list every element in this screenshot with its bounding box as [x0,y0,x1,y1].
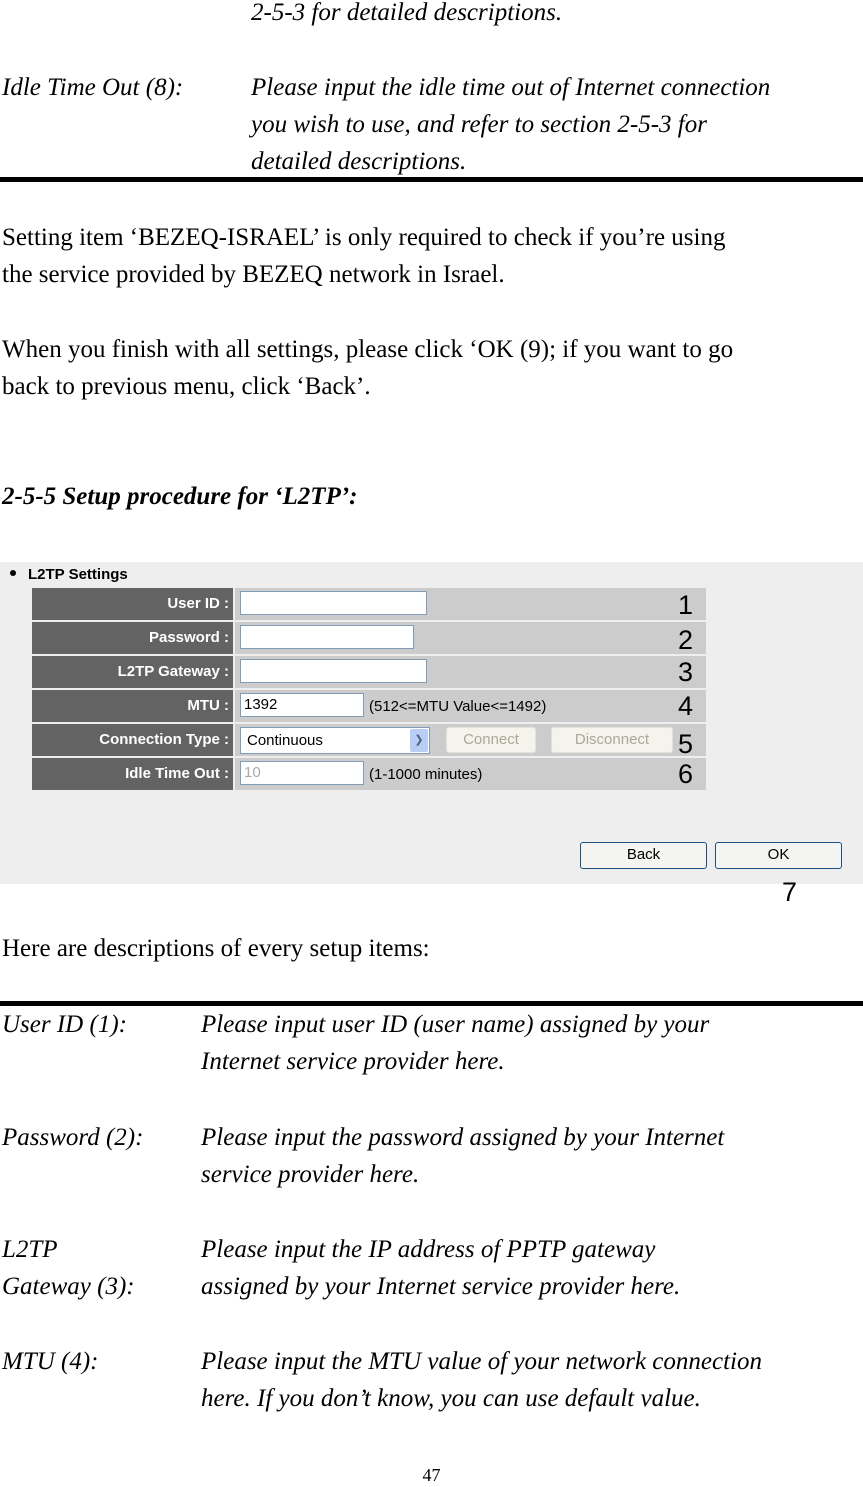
l2tp-gateway-input[interactable] [240,659,427,683]
l2tp-gateway-term-line-1: L2TP [2,1236,58,1263]
l2tp-gateway-row: L2TP Gateway : [32,656,706,688]
connection-type-label: Connection Type : [32,724,233,756]
user-id-desc-line-1: Please input user ID (user name) assigne… [201,1011,710,1038]
connect-button[interactable]: Connect [446,727,536,753]
marker-4: 4 [678,691,694,721]
bezeq-paragraph-line-2: the service provided by BEZEQ network in… [2,261,505,288]
l2tp-settings-panel: L2TP Settings User ID : 1 Password : 2 L… [0,562,863,884]
user-id-row: User ID : [32,588,706,620]
user-id-desc-line-2: Internet service provider here. [201,1048,505,1075]
user-id-input[interactable] [240,591,427,615]
connection-type-value: Continuous [247,732,323,749]
password-row: Password : [32,622,706,654]
mtu-input[interactable]: 1392 [240,693,364,717]
idle-desc-line-3: detailed descriptions. [251,148,467,175]
password-desc-line-2: service provider here. [201,1161,420,1188]
idle-time-out-input[interactable]: 10 [240,761,364,785]
idle-time-out-term: Idle Time Out (8): [2,74,184,101]
panel-title-text: L2TP Settings [28,566,128,583]
panel-title: L2TP Settings [10,566,128,583]
mtu-row: MTU : 1392 (512<=MTU Value<=1492) [32,690,706,722]
idle-desc-line-2: you wish to use, and refer to section 2-… [251,111,707,138]
user-id-term: User ID (1): [2,1011,127,1038]
connection-type-row: Connection Type : Continuous ❯ Connect D… [32,724,706,756]
descriptions-intro: Here are descriptions of every setup ite… [2,935,430,962]
mtu-term: MTU (4): [2,1348,99,1375]
marker-6: 6 [678,759,694,789]
mtu-desc-line-1: Please input the MTU value of your netwo… [201,1348,762,1375]
l2tp-gateway-label: L2TP Gateway : [32,656,233,688]
connection-type-select[interactable]: Continuous ❯ [240,727,430,754]
l2tp-gateway-term-line-2: Gateway (3): [2,1273,135,1300]
idle-desc-line-1: Please input the idle time out of Intern… [251,74,771,101]
section-heading: 2-5-5 Setup procedure for ‘L2TP’: [2,483,358,510]
user-id-label: User ID : [32,588,233,620]
idle-time-out-label: Idle Time Out : [32,758,233,790]
chevron-down-icon[interactable]: ❯ [410,729,428,752]
marker-2: 2 [678,625,694,655]
idle-time-out-row: Idle Time Out : 10 (1-1000 minutes) [32,758,706,790]
idle-time-out-hint: (1-1000 minutes) [369,766,483,783]
mtu-hint: (512<=MTU Value<=1492) [369,698,547,715]
finish-paragraph-line-1: When you finish with all settings, pleas… [2,336,734,363]
disconnect-button[interactable]: Disconnect [551,727,673,753]
password-desc-line-1: Please input the password assigned by yo… [201,1124,725,1151]
table-bottom-rule [0,177,863,182]
page-number: 47 [422,1465,441,1485]
ok-button[interactable]: OK [715,842,842,869]
marker-3: 3 [678,657,694,687]
marker-1: 1 [678,590,694,620]
bezeq-paragraph-line-1: Setting item ‘BEZEQ-ISRAEL’ is only requ… [2,224,726,251]
password-input[interactable] [240,625,414,649]
continued-description: 2-5-3 for detailed descriptions. [251,0,563,26]
marker-7: 7 [782,877,798,907]
marker-5: 5 [678,729,694,759]
mtu-label: MTU : [32,690,233,722]
bullet-icon [10,570,16,577]
password-term: Password (2): [2,1124,144,1151]
l2tp-gateway-desc-line-1: Please input the IP address of PPTP gate… [201,1236,656,1263]
finish-paragraph-line-2: back to previous menu, click ‘Back’. [2,373,371,400]
mtu-desc-line-2: here. If you don’t know, you can use def… [201,1385,701,1412]
l2tp-gateway-desc-line-2: assigned by your Internet service provid… [201,1273,681,1300]
back-button[interactable]: Back [580,842,707,869]
password-label: Password : [32,622,233,654]
